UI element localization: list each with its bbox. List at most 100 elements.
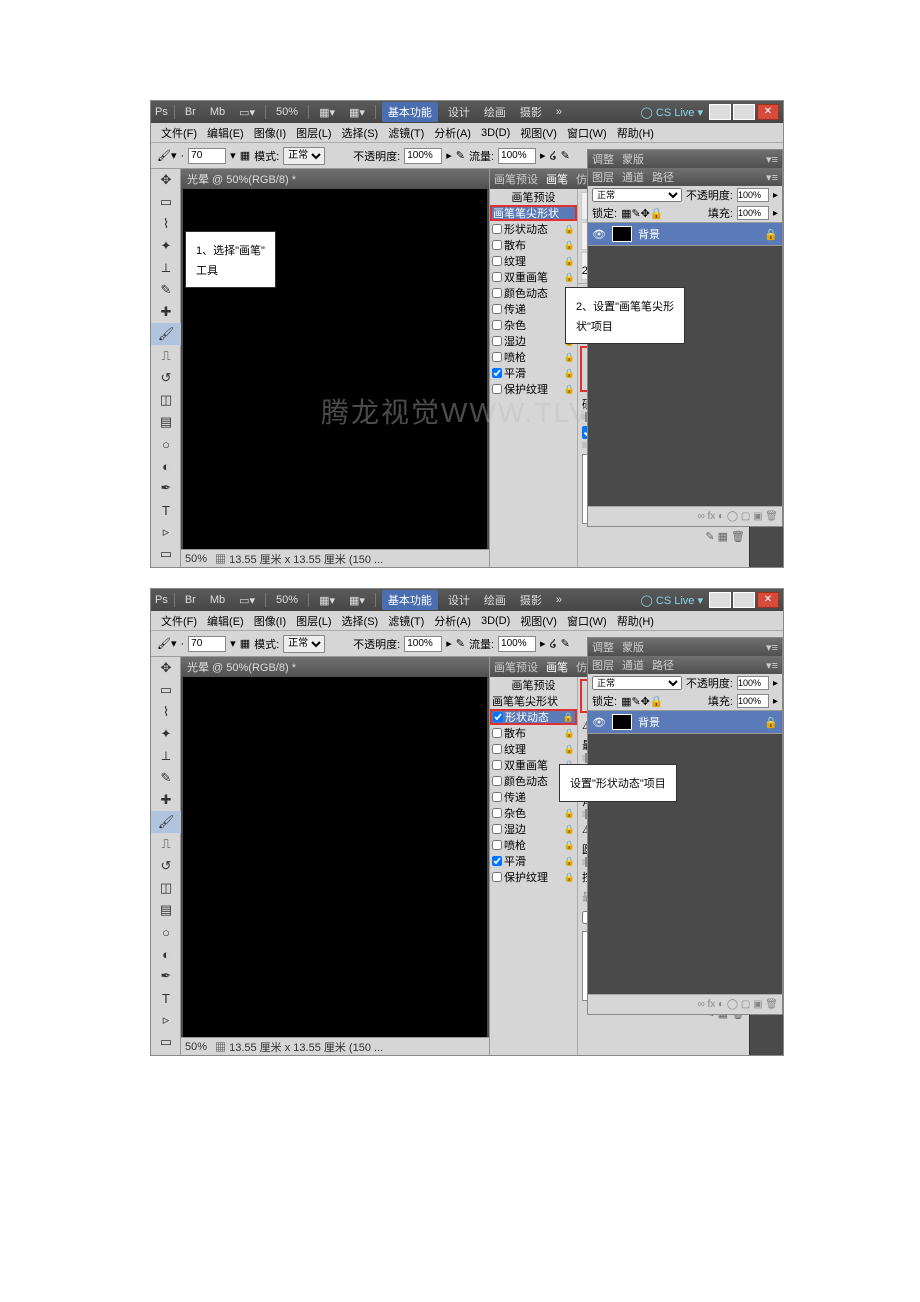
workspace-photo[interactable]: 摄影 [516,104,546,120]
menu-window[interactable]: 窗口(W) [563,613,611,629]
pen-tool[interactable]: ✒ [151,965,181,987]
airbrush-icon[interactable]: ໒ [550,149,557,162]
visibility-icon[interactable]: 👁 [592,716,606,729]
opt-airbrush[interactable]: 喷枪🔒 [490,837,577,853]
blend-mode[interactable]: 正常 [592,188,682,202]
view-icon[interactable]: ▦▾ [315,106,339,119]
workspace-draw[interactable]: 绘画 [480,592,510,608]
eraser-tool[interactable]: ◫ [151,389,181,411]
brush-tool[interactable]: 🖌 [151,323,181,345]
menu-filter[interactable]: 滤镜(T) [384,613,428,629]
zoom-level[interactable]: 50% [272,594,302,606]
shape-tool[interactable]: ▭ [151,543,181,565]
opt-noise[interactable]: 杂色🔒 [490,805,577,821]
tool-preset-icon[interactable]: 🖌▾ [157,149,177,162]
mode-select[interactable]: 正常 [283,147,325,165]
workspace-design[interactable]: 设计 [444,592,474,608]
opt-scatter[interactable]: 散布🔒 [490,725,577,741]
menu-edit[interactable]: 编辑(E) [203,613,248,629]
opt-tip-shape[interactable]: 画笔笔尖形状 [490,205,577,221]
shape-tool[interactable]: ▭ [151,1031,181,1053]
menu-edit[interactable]: 编辑(E) [203,125,248,141]
pen-tool[interactable]: ✒ [151,477,181,499]
opt-airbrush[interactable]: 喷枪🔒 [490,349,577,365]
brush-panel-icon[interactable]: ▦ [240,149,250,162]
eyedropper-tool[interactable]: ✎ [151,767,181,789]
blend-mode[interactable]: 正常 [592,676,682,690]
marquee-tool[interactable]: ▭ [151,191,181,213]
mb-icon[interactable]: Mb [206,594,229,606]
menu-view[interactable]: 视图(V) [516,125,561,141]
br-icon[interactable]: Br [181,594,200,606]
status-zoom[interactable]: 50% [185,1041,207,1053]
menu-help[interactable]: 帮助(H) [613,613,658,629]
status-zoom[interactable]: 50% [185,553,207,565]
dodge-tool[interactable]: ◐ [151,455,181,477]
opt-wet[interactable]: 湿边🔒 [490,821,577,837]
opacity-input[interactable] [404,636,442,652]
flow-input[interactable] [498,636,536,652]
workspace-photo[interactable]: 摄影 [516,592,546,608]
menu-file[interactable]: 文件(F) [157,613,201,629]
lock-icons[interactable]: ▦✎✥🔒 [621,695,664,708]
marquee-tool[interactable]: ▭ [151,679,181,701]
opt-wet[interactable]: 湿边🔒 [490,333,577,349]
opt-shape-dyn[interactable]: 形状动态🔒 [490,709,577,725]
minimize-icon[interactable]: — [709,592,731,608]
workspace-draw[interactable]: 绘画 [480,104,510,120]
heal-tool[interactable]: ✚ [151,789,181,811]
opacity-input[interactable] [404,148,442,164]
gradient-tool[interactable]: ▤ [151,411,181,433]
maximize-icon[interactable]: ▢ [733,104,755,120]
brush-panel-icon[interactable]: ▦ [240,637,250,650]
opt-smooth[interactable]: 平滑🔒 [490,365,577,381]
opt-scatter[interactable]: 散布🔒 [490,237,577,253]
workspace-basic[interactable]: 基本功能 [382,102,438,122]
menu-3d[interactable]: 3D(D) [477,127,514,139]
mode-select[interactable]: 正常 [283,635,325,653]
workspace-basic[interactable]: 基本功能 [382,590,438,610]
tablet-opacity-icon[interactable]: ✎ [456,149,465,162]
blur-tool[interactable]: ○ [151,921,181,943]
blur-tool[interactable]: ○ [151,433,181,455]
layer-background[interactable]: 👁背景🔒 [588,710,782,734]
brush-size-input[interactable] [188,636,226,652]
opt-noise[interactable]: 杂色🔒 [490,317,577,333]
opt-protect[interactable]: 保护纹理🔒 [490,381,577,397]
type-tool[interactable]: T [151,987,181,1009]
move-tool[interactable]: ✥ [151,169,181,191]
lasso-tool[interactable]: ⌇ [151,701,181,723]
opt-transfer[interactable]: 传递🔒 [490,301,577,317]
heal-tool[interactable]: ✚ [151,301,181,323]
minimize-icon[interactable]: — [709,104,731,120]
stamp-tool[interactable]: ⎍ [151,833,181,855]
opt-presets[interactable]: 画笔预设 [490,189,577,205]
crop-tool[interactable]: ⟂ [151,745,181,767]
menu-layer[interactable]: 图层(L) [292,613,335,629]
screen-mode-icon[interactable]: ▭▾ [235,106,259,119]
menu-help[interactable]: 帮助(H) [613,125,658,141]
path-tool[interactable]: ▹ [151,1009,181,1031]
document-tab[interactable]: 光晕 @ 50%(RGB/8) * [181,169,489,189]
opt-protect[interactable]: 保护纹理🔒 [490,869,577,885]
menu-select[interactable]: 选择(S) [338,613,383,629]
lock-icons[interactable]: ▦✎✥🔒 [621,207,664,220]
path-tool[interactable]: ▹ [151,521,181,543]
eyedropper-tool[interactable]: ✎ [151,279,181,301]
history-brush-tool[interactable]: ↺ [151,855,181,877]
tablet-size-icon[interactable]: ✎ [561,637,570,650]
tool-preset-icon[interactable]: 🖌▾ [157,637,177,650]
cslive-button[interactable]: ◯ CS Live ▾ [641,594,703,607]
wand-tool[interactable]: ✦ [151,723,181,745]
document-tab[interactable]: 光晕 @ 50%(RGB/8) * [181,657,489,677]
menu-window[interactable]: 窗口(W) [563,125,611,141]
tab-brush[interactable]: 画笔 [546,171,568,187]
gradient-tool[interactable]: ▤ [151,899,181,921]
opt-presets[interactable]: 画笔预设 [490,677,577,693]
menu-select[interactable]: 选择(S) [338,125,383,141]
menu-filter[interactable]: 滤镜(T) [384,125,428,141]
crop-tool[interactable]: ⟂ [151,257,181,279]
menu-3d[interactable]: 3D(D) [477,615,514,627]
tablet-opacity-icon[interactable]: ✎ [456,637,465,650]
flow-input[interactable] [498,148,536,164]
